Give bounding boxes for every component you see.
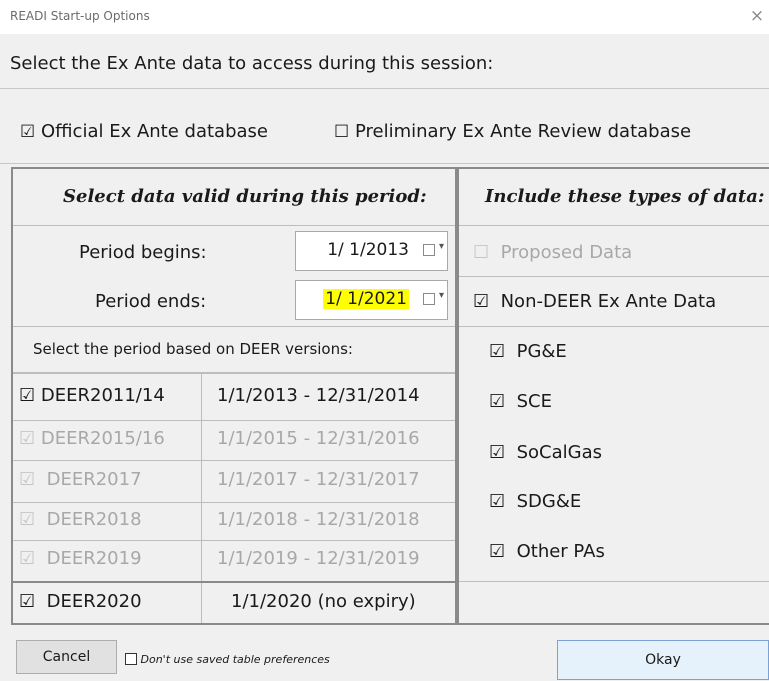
okay-button[interactable]: Okay [557,640,769,680]
checkbox-checked-icon: ☑ [19,591,36,612]
period-ends-value: 1/ 1/2021 [323,289,409,309]
calendar-icon [423,293,435,305]
checkbox-box [125,653,137,665]
pa-checkbox-pge[interactable]: ☑ PG&E [489,341,567,362]
checkbox-checked-icon: ☑ [489,341,506,362]
pa-label: PG&E [516,341,567,362]
grid-vline [201,374,202,623]
deer-version-checkbox[interactable]: ☑ DEER2011/14 [19,385,165,406]
divider [459,326,769,327]
checkbox-checked-icon: ☑ [19,548,36,569]
grid-line [13,420,455,421]
checkbox-checked-icon: ☑ [19,509,36,530]
close-icon[interactable]: × [749,6,765,26]
preliminary-database-checkbox[interactable]: ☐ Preliminary Ex Ante Review database [334,121,691,142]
grid-line [13,540,455,541]
deer-version-range: 1/1/2020 (no expiry) [231,591,416,612]
deer-version-name: DEER2019 [46,548,142,569]
pa-label: SDG&E [516,491,582,512]
divider [0,88,769,89]
deer-version-checkbox[interactable]: ☑ DEER2020 [19,591,142,612]
deer-version-name: DEER2018 [46,509,142,530]
period-ends-date-picker[interactable]: 1/ 1/2021 ▾ [295,280,448,320]
checkbox-checked-icon: ☑ [19,428,36,449]
checkbox-checked-icon: ☑ [489,442,506,463]
deer-version-name: DEER2011/14 [40,385,165,406]
period-begins-value: 1/ 1/2013 [327,240,409,260]
divider [459,581,769,582]
pa-label: Other PAs [516,541,605,562]
deer-version-checkbox: ☑ DEER2018 [19,509,142,530]
period-panel: Select data valid during this period: Pe… [11,167,457,625]
grid-line [13,502,455,503]
divider [0,163,769,164]
deer-version-range: 1/1/2018 - 12/31/2018 [217,509,420,530]
preliminary-database-label: Preliminary Ex Ante Review database [354,121,692,142]
proposed-data-label: Proposed Data [500,242,633,263]
no-prefs-label: Don't use saved table preferences [140,653,330,666]
checkbox-checked-icon: ☑ [473,291,490,312]
window-title: READI Start-up Options [10,9,150,23]
period-ends-label: Period ends: [95,291,207,312]
cancel-button[interactable]: Cancel [16,640,117,674]
period-header: Select data valid during this period: [63,186,427,207]
pa-checkbox-sce[interactable]: ☑ SCE [489,391,552,412]
prompt-text: Select the Ex Ante data to access during… [10,53,494,74]
grid-line [13,460,455,461]
period-begins-date-picker[interactable]: 1/ 1/2013 ▾ [295,231,448,271]
official-database-checkbox[interactable]: ☑ Official Ex Ante database [20,121,268,142]
grid-line [13,581,455,583]
calendar-icon [423,244,435,256]
checkbox-checked-icon: ☑ [489,541,506,562]
pa-checkbox-sdge[interactable]: ☑ SDG&E [489,491,581,512]
proposed-data-checkbox: ☐ Proposed Data [473,242,632,263]
deer-version-checkbox: ☑ DEER2015/16 [19,428,165,449]
deer-version-name: DEER2017 [46,469,142,490]
divider [13,225,455,226]
chevron-down-icon: ▾ [438,290,444,301]
divider [13,326,455,327]
pa-label: SoCalGas [516,442,602,463]
non-deer-checkbox[interactable]: ☑ Non-DEER Ex Ante Data [473,291,716,312]
deer-version-range: 1/1/2019 - 12/31/2019 [217,548,420,569]
deer-caption: Select the period based on DEER versions… [33,340,353,358]
divider [459,276,769,277]
non-deer-label: Non-DEER Ex Ante Data [500,291,717,312]
deer-version-range: 1/1/2017 - 12/31/2017 [217,469,420,490]
checkbox-checked-icon: ☑ [489,391,506,412]
checkbox-checked-icon: ☑ [20,122,36,142]
deer-version-range: 1/1/2015 - 12/31/2016 [217,428,420,449]
pa-label: SCE [516,391,552,412]
deer-version-range: 1/1/2013 - 12/31/2014 [217,385,420,406]
deer-version-checkbox: ☑ DEER2019 [19,548,142,569]
pa-checkbox-other[interactable]: ☑ Other PAs [489,541,605,562]
deer-version-name: DEER2015/16 [40,428,165,449]
chevron-down-icon: ▾ [438,241,444,252]
period-begins-label: Period begins: [79,242,207,263]
divider [459,225,769,226]
data-types-header: Include these types of data: [485,186,765,207]
checkbox-unchecked-icon: ☐ [473,242,490,263]
no-prefs-checkbox[interactable]: Don't use saved table preferences [125,653,330,666]
checkbox-unchecked-icon: ☐ [334,122,350,142]
title-bar: READI Start-up Options × [0,0,769,34]
divider [13,372,455,374]
checkbox-checked-icon: ☑ [19,469,36,490]
deer-version-checkbox: ☑ DEER2017 [19,469,142,490]
data-types-panel: Include these types of data: ☐ Proposed … [457,167,769,625]
official-database-label: Official Ex Ante database [40,121,268,142]
deer-version-name: DEER2020 [46,591,142,612]
pa-checkbox-socalgas[interactable]: ☑ SoCalGas [489,442,602,463]
period-ends-value-wrap: 1/ 1/2021 [323,289,409,309]
checkbox-checked-icon: ☑ [19,385,36,406]
checkbox-checked-icon: ☑ [489,491,506,512]
